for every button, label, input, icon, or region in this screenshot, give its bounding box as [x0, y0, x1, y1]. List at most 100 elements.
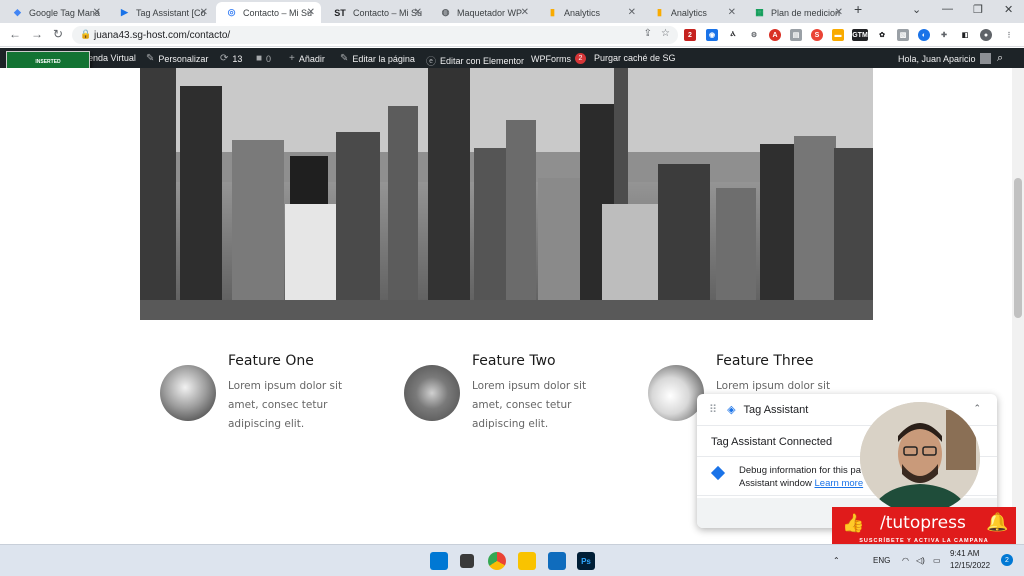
debug-info-line2: Assistant window: [739, 478, 812, 489]
close-tab-icon[interactable]: ✕: [521, 7, 529, 18]
close-tab-icon[interactable]: ✕: [835, 7, 843, 18]
address-bar[interactable]: 🔒 juana43.sg-host.com/contacto/ ⇪ ☆: [72, 26, 678, 44]
bookmark-star-icon[interactable]: ☆: [661, 28, 670, 39]
elementor-icon: ⓔ: [426, 57, 436, 68]
share-icon[interactable]: ⇪: [644, 28, 652, 39]
feature-one-title: Feature One: [228, 353, 314, 369]
brush-icon: ✎: [146, 53, 155, 64]
purge-label: Purgar caché de SG: [594, 53, 676, 63]
tab-title: Google Tag Mana: [29, 7, 100, 18]
puzzle-extensions-icon[interactable]: ✚: [938, 29, 950, 41]
mail-icon[interactable]: [548, 552, 566, 570]
city-skyline-image: [140, 68, 873, 320]
feature-one-image: [160, 365, 216, 421]
task-view-icon[interactable]: [460, 554, 474, 568]
skyline-illustration: [140, 68, 873, 320]
add-new-link[interactable]: + Añadir: [289, 53, 325, 64]
learn-more-link[interactable]: Learn more: [815, 478, 864, 489]
clock-date[interactable]: 12/15/2022: [950, 561, 990, 570]
tab-maquetador[interactable]: ◍ Maquetador WP ✕: [430, 2, 535, 23]
menu-kebab-icon[interactable]: ⋮: [1003, 29, 1015, 41]
photoshop-icon[interactable]: Ps: [577, 552, 595, 570]
gtm-extension-icon[interactable]: GTM: [852, 29, 868, 41]
wpforms-link[interactable]: WPForms 2: [531, 53, 586, 64]
feature-two-image: [404, 365, 460, 421]
tray-chevron-icon[interactable]: ⌃: [833, 556, 840, 565]
minimize-button[interactable]: —: [942, 3, 953, 15]
tab-search-icon[interactable]: ⌄: [912, 3, 921, 16]
language-indicator[interactable]: ENG: [873, 556, 890, 565]
analytics-icon: ▮: [550, 7, 555, 17]
page-scrollbar[interactable]: [1012, 68, 1024, 544]
tab-analytics-2[interactable]: ▮ Analytics ✕: [644, 2, 742, 23]
maximize-button[interactable]: ❐: [973, 3, 983, 16]
edit-elementor-link[interactable]: ⓔ Editar con Elementor: [426, 53, 525, 69]
wpforms-badge: 2: [575, 53, 586, 64]
purge-cache-link[interactable]: Purgar caché de SG: [594, 53, 676, 63]
customize-label: Personalizar: [158, 53, 209, 64]
back-arrow-icon[interactable]: ←: [9, 27, 21, 41]
close-tab-icon[interactable]: ✕: [307, 7, 315, 18]
tab-tag-assistant[interactable]: ▶ Tag Assistant [Co ✕: [109, 2, 214, 23]
new-tab-button[interactable]: +: [854, 1, 862, 17]
reload-icon[interactable]: ↻: [53, 27, 63, 41]
customize-link[interactable]: ✎ Personalizar: [146, 53, 208, 64]
edit-elementor-label: Editar con Elementor: [440, 55, 525, 66]
admin-search-icon[interactable]: ⌕: [997, 52, 1003, 65]
extension-icon[interactable]: ▤: [790, 29, 802, 41]
scrollbar-thumb[interactable]: [1014, 178, 1022, 318]
edit-page-link[interactable]: ✎ Editar la página: [340, 53, 415, 64]
close-tab-icon[interactable]: ✕: [200, 7, 208, 18]
collapse-chevron-icon[interactable]: ⌃: [973, 403, 981, 414]
close-tab-icon[interactable]: ✕: [414, 7, 422, 18]
analytics-icon: ▮: [656, 7, 662, 17]
tag-assistant-status: Tag Assistant Connected: [711, 436, 833, 448]
tab-analytics-1[interactable]: ▮ Analytics ✕: [537, 2, 642, 23]
close-tab-icon[interactable]: ✕: [628, 7, 636, 18]
wpforms-label: WPForms: [531, 53, 571, 64]
forward-arrow-icon[interactable]: →: [31, 27, 43, 41]
extension-icon[interactable]: 2: [684, 29, 696, 41]
gear-extension-icon[interactable]: ⚙: [748, 29, 760, 41]
feature-two-title: Feature Two: [472, 353, 556, 369]
extension-icon[interactable]: ◐: [918, 29, 930, 41]
extension-icon[interactable]: ▬: [832, 29, 844, 41]
drag-handle-icon[interactable]: ⠿: [709, 403, 717, 416]
comments-link[interactable]: ■ 0: [256, 53, 271, 64]
adblock-icon[interactable]: A: [769, 29, 781, 41]
extension-icon[interactable]: ✿: [876, 29, 888, 41]
extension-icon[interactable]: Ⲁ: [727, 29, 739, 41]
tab-plan-de-medicion[interactable]: ▦ Plan de medicion ✕: [744, 2, 849, 23]
volume-icon[interactable]: ◁): [916, 556, 925, 565]
start-windows-icon[interactable]: [430, 552, 448, 570]
close-tab-icon[interactable]: ✕: [93, 7, 101, 18]
close-tab-icon[interactable]: ✕: [728, 7, 736, 18]
profile-avatar[interactable]: ●: [980, 29, 992, 41]
feature-three-title: Feature Three: [716, 353, 814, 369]
user-account-link[interactable]: Hola, Juan Aparicio: [898, 53, 991, 64]
tab-google-tag-manager[interactable]: ◆ Google Tag Mana ✕: [2, 2, 107, 23]
updates-link[interactable]: ⟳ 13: [220, 53, 242, 64]
side-panel-icon[interactable]: ◧: [959, 29, 971, 41]
close-window-button[interactable]: ✕: [1004, 3, 1013, 16]
battery-icon[interactable]: ▭: [933, 556, 941, 565]
st-icon: ST: [334, 7, 346, 18]
sheets-icon: ▦: [755, 7, 764, 17]
url-text: juana43.sg-host.com/contacto/: [94, 29, 231, 41]
notification-badge[interactable]: 2: [1001, 554, 1013, 566]
wifi-icon[interactable]: ◠: [902, 556, 909, 565]
extension-icon[interactable]: ▧: [897, 29, 909, 41]
tag-assistant-icon: ◈: [727, 404, 736, 416]
tab-title: Contacto – Mi Su: [243, 7, 313, 18]
chrome-icon[interactable]: [488, 552, 506, 570]
tab-contacto[interactable]: ST Contacto – Mi Su ✕: [323, 2, 428, 23]
extension-icon[interactable]: S: [811, 29, 823, 41]
clock-time[interactable]: 9:41 AM: [950, 549, 979, 558]
file-explorer-icon[interactable]: [518, 552, 536, 570]
tab-title: Tag Assistant [Co: [136, 7, 206, 18]
lock-icon: 🔒: [80, 29, 92, 39]
extension-icon[interactable]: ◉: [706, 29, 718, 41]
tab-title: Analytics: [564, 7, 601, 18]
store-link[interactable]: enda Virtual: [88, 53, 136, 63]
tab-contacto-active[interactable]: ◎ Contacto – Mi Su ✕: [216, 2, 321, 23]
